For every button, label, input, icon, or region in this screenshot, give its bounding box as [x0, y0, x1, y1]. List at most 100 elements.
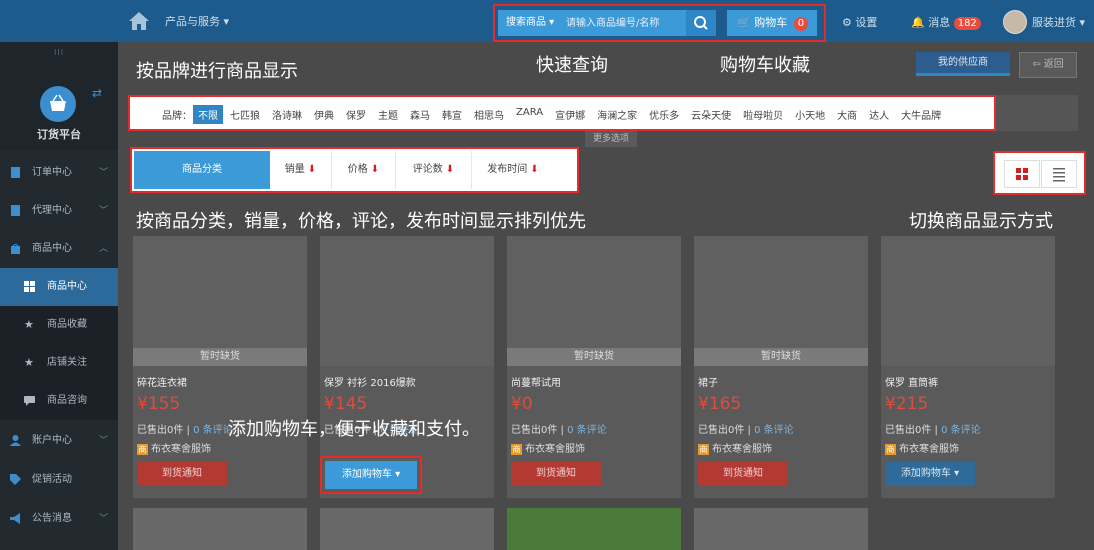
product-card[interactable]: 保罗 直筒裤 ¥215 已售出0件 | 0 条评论 商布衣寒舍服饰 添加购物车 …	[881, 236, 1055, 498]
brand-item[interactable]: 云朵天使	[686, 105, 736, 124]
logo-area	[0, 0, 118, 42]
products-services-menu[interactable]: 产品与服务 ▾	[165, 13, 229, 29]
avatar[interactable]	[1003, 10, 1027, 34]
sidebar-item-label: 商品收藏	[47, 319, 87, 330]
sidebar-item-label: 商品中心	[47, 281, 87, 292]
brand-item[interactable]: 韩宣	[437, 105, 467, 124]
review-count[interactable]: 0 条评论	[193, 425, 233, 436]
brand-item[interactable]: 啦母啦贝	[738, 105, 788, 124]
top-bar: 产品与服务 ▾ 搜索商品 ▾ 🛒 购物车 0 ⚙ 设置 🔔 消息 182 服装进…	[0, 0, 1094, 42]
product-card[interactable]: 暂时缺货 碎花连衣裙 ¥155 已售出0件 | 0 条评论 商布衣寒舍服饰 到货…	[133, 236, 307, 498]
product-price: ¥165	[698, 394, 742, 414]
brand-item[interactable]: 大商	[832, 105, 862, 124]
sort-reviews[interactable]: 评论数 ⬇	[396, 151, 472, 189]
product-image[interactable]	[694, 508, 868, 550]
brand-item[interactable]: 小天地	[790, 105, 830, 124]
sidebar-item-orders[interactable]: 订单中心 ﹀	[0, 154, 118, 192]
product-name[interactable]: 裙子	[698, 374, 718, 389]
product-name[interactable]: 保罗 直筒裤	[885, 374, 938, 389]
product-image[interactable]	[133, 508, 307, 550]
swap-icon[interactable]: ⇄	[92, 86, 102, 100]
sold-count: 已售出0件	[885, 425, 932, 436]
messages-label: 消息	[928, 16, 951, 29]
platform-logo	[40, 86, 76, 122]
product-image[interactable]	[507, 508, 681, 550]
sort-price[interactable]: 价格 ⬇	[332, 151, 396, 189]
brand-item[interactable]: 不限	[193, 105, 223, 124]
product-name[interactable]: 保罗 衬衫 2016爆款	[324, 374, 416, 389]
brand-item[interactable]: ZARA	[511, 105, 548, 124]
sidebar-subitem-inquiries[interactable]: 商品咨询	[0, 382, 118, 420]
product-name[interactable]: 碎花连衣裙	[137, 374, 187, 389]
brand-item[interactable]: 保罗	[341, 105, 371, 124]
brand-item[interactable]: 主题	[373, 105, 403, 124]
brand-item[interactable]: 洛诗琳	[267, 105, 307, 124]
product-name[interactable]: 尚蔓帮试用	[511, 374, 561, 389]
search-category-dropdown[interactable]: 搜索商品 ▾	[498, 10, 560, 36]
product-image[interactable]	[881, 236, 1055, 366]
brand-item[interactable]: 伊典	[309, 105, 339, 124]
product-image[interactable]	[320, 508, 494, 550]
add-to-cart-button[interactable]: 添加购物车 ▾	[325, 461, 417, 489]
shop-name[interactable]: 商布衣寒舍服饰	[137, 440, 211, 455]
brand-item[interactable]: 大牛品牌	[896, 105, 946, 124]
product-image[interactable]	[133, 236, 307, 348]
list-view-button[interactable]	[1041, 160, 1077, 188]
product-price: ¥215	[885, 394, 929, 414]
more-options-button[interactable]: 更多选项	[585, 131, 637, 147]
brand-filter-bar: 品牌： 不限 七匹狼 洛诗琳 伊典 保罗 主题 森马 韩宣 相思鸟 ZARA 宣…	[128, 95, 996, 131]
shop-name[interactable]: 商布衣寒舍服饰	[885, 440, 959, 455]
review-count[interactable]: 0 条评论	[754, 425, 794, 436]
messages-link[interactable]: 🔔 消息 182	[911, 14, 981, 30]
notify-button[interactable]: 到货通知	[698, 462, 788, 486]
brand-item[interactable]: 森马	[405, 105, 435, 124]
user-menu[interactable]: 服装进货 ▾	[1032, 14, 1085, 30]
chevron-down-icon: ﹀	[99, 206, 109, 216]
arrow-down-icon: ⬇	[370, 164, 380, 175]
brand-item[interactable]: 优乐多	[644, 105, 684, 124]
sidebar-subitem-products[interactable]: 商品中心	[0, 268, 118, 306]
product-card[interactable]: 暂时缺货 尚蔓帮试用 ¥0 已售出0件 | 0 条评论 商布衣寒舍服饰 到货通知	[507, 236, 681, 498]
sidebar-item-account[interactable]: 账户中心 ﹀	[0, 422, 118, 460]
my-supplier-button[interactable]: 我的供应商	[916, 52, 1010, 76]
back-button[interactable]: ⇦ 返回	[1019, 52, 1077, 78]
back-label: 返回	[1043, 59, 1064, 70]
sidebar-item-announcements[interactable]: 公告消息 ﹀	[0, 500, 118, 538]
settings-link[interactable]: ⚙ 设置	[842, 14, 877, 30]
brand-item[interactable]: 达人	[864, 105, 894, 124]
add-to-cart-button[interactable]: 添加购物车 ▾	[885, 462, 975, 486]
brand-item[interactable]: 相思鸟	[469, 105, 509, 124]
product-card[interactable]: 暂时缺货 裙子 ¥165 已售出0件 | 0 条评论 商布衣寒舍服饰 到货通知	[694, 236, 868, 498]
review-count[interactable]: 0 条评论	[941, 425, 981, 436]
shop-name[interactable]: 商布衣寒舍服饰	[698, 440, 772, 455]
sidebar-item-products[interactable]: 商品中心 ︿	[0, 230, 118, 268]
search-button[interactable]	[686, 10, 716, 36]
sidebar-grip[interactable]: III	[54, 48, 64, 57]
grid-view-button[interactable]	[1004, 160, 1040, 188]
cart-count-badge: 0	[793, 17, 809, 31]
notify-button[interactable]: 到货通知	[511, 462, 601, 486]
brand-item[interactable]: 海澜之家	[592, 105, 642, 124]
sort-sales[interactable]: 销量 ⬇	[270, 151, 332, 189]
product-image[interactable]	[694, 236, 868, 348]
chevron-down-icon: ﹀	[99, 514, 109, 524]
sidebar-item-promotions[interactable]: 促销活动	[0, 461, 118, 499]
cart-button[interactable]: 🛒 购物车 0	[727, 10, 817, 36]
home-icon[interactable]	[128, 11, 150, 31]
notify-button[interactable]: 到货通知	[137, 462, 227, 486]
sort-publish-time[interactable]: 发布时间 ⬇	[472, 151, 554, 189]
review-count[interactable]: 0 条评论	[567, 425, 607, 436]
shop-name[interactable]: 商布衣寒舍服饰	[511, 440, 585, 455]
sidebar-item-agents[interactable]: 代理中心 ﹀	[0, 192, 118, 230]
product-image[interactable]	[507, 236, 681, 348]
search-input[interactable]	[560, 10, 686, 36]
product-image[interactable]	[320, 236, 494, 366]
bell-icon: 🔔	[911, 16, 925, 29]
sidebar-subitem-favorites[interactable]: ★ 商品收藏	[0, 306, 118, 344]
brand-item[interactable]: 宣伊娜	[550, 105, 590, 124]
sidebar-subitem-follows[interactable]: ★ 店铺关注	[0, 344, 118, 382]
search-icon	[694, 16, 708, 30]
sort-category-tab[interactable]: 商品分类	[134, 151, 270, 189]
brand-item[interactable]: 七匹狼	[225, 105, 265, 124]
annotation-view: 切换商品显示方式	[909, 211, 1053, 232]
